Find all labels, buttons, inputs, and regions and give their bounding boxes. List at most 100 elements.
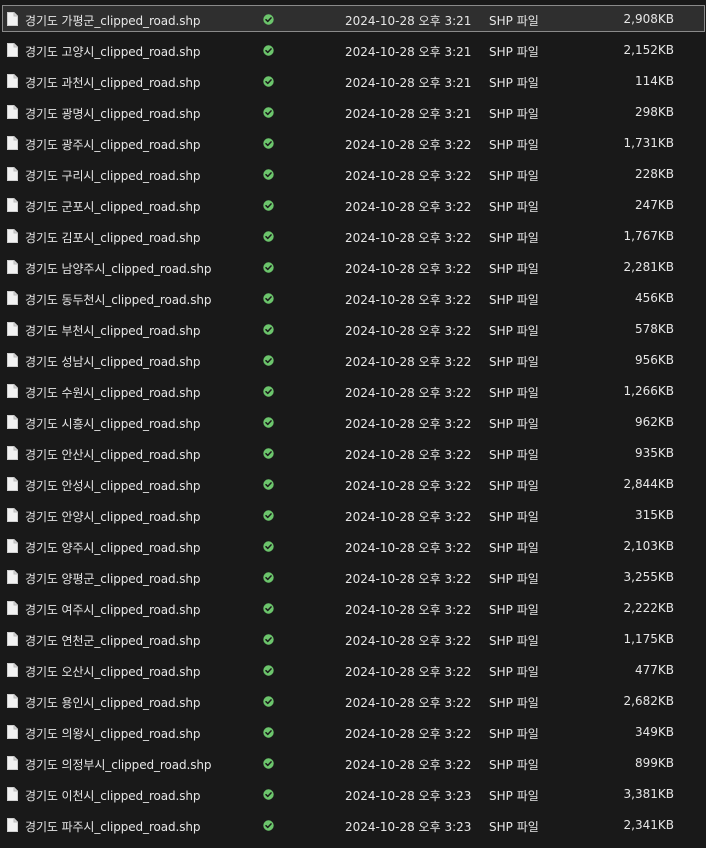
- sync-check-icon: [263, 696, 274, 707]
- file-row[interactable]: 경기도 연천군_clipped_road.shp 2024-10-28 오후 3…: [0, 625, 706, 656]
- file-type: SHP 파일: [489, 417, 539, 431]
- file-row[interactable]: 경기도 양평군_clipped_road.shp 2024-10-28 오후 3…: [0, 563, 706, 594]
- file-size: 349KB: [634, 725, 674, 739]
- file-row[interactable]: 경기도 가평군_clipped_road.shp 2024-10-28 오후 3…: [0, 5, 706, 36]
- file-row[interactable]: 경기도 오산시_clipped_road.shp 2024-10-28 오후 3…: [0, 656, 706, 687]
- file-date-modified: 2024-10-28 오후 3:21: [345, 76, 472, 90]
- file-size: 228KB: [634, 167, 674, 181]
- file-type: SHP 파일: [489, 324, 539, 338]
- file-name[interactable]: 경기도 남양주시_clipped_road.shp: [25, 260, 211, 277]
- file-name[interactable]: 경기도 양평군_clipped_road.shp: [25, 570, 201, 587]
- file-date-modified: 2024-10-28 오후 3:22: [345, 634, 472, 648]
- file-name[interactable]: 경기도 부천시_clipped_road.shp: [25, 322, 201, 339]
- sync-check-icon: [263, 355, 274, 366]
- file-name[interactable]: 경기도 파주시_clipped_road.shp: [25, 818, 201, 835]
- file-name[interactable]: 경기도 용인시_clipped_road.shp: [25, 694, 201, 711]
- file-name[interactable]: 경기도 의왕시_clipped_road.shp: [25, 725, 201, 742]
- file-row[interactable]: 경기도 용인시_clipped_road.shp 2024-10-28 오후 3…: [0, 687, 706, 718]
- file-row[interactable]: 경기도 수원시_clipped_road.shp 2024-10-28 오후 3…: [0, 377, 706, 408]
- file-date-modified: 2024-10-28 오후 3:23: [345, 789, 472, 803]
- file-name[interactable]: 경기도 가평군_clipped_road.shp: [25, 12, 201, 29]
- file-name[interactable]: 경기도 과천시_clipped_road.shp: [25, 74, 201, 91]
- file-row[interactable]: 경기도 시흥시_clipped_road.shp 2024-10-28 오후 3…: [0, 408, 706, 439]
- file-name[interactable]: 경기도 안양시_clipped_road.shp: [25, 508, 201, 525]
- file-row[interactable]: 경기도 김포시_clipped_road.shp 2024-10-28 오후 3…: [0, 222, 706, 253]
- file-row[interactable]: 경기도 남양주시_clipped_road.shp 2024-10-28 오후 …: [0, 253, 706, 284]
- file-type: SHP 파일: [489, 603, 539, 617]
- file-date-modified: 2024-10-28 오후 3:22: [345, 448, 472, 462]
- sync-check-icon: [263, 603, 274, 614]
- file-size: 578KB: [634, 322, 674, 336]
- file-name[interactable]: 경기도 고양시_clipped_road.shp: [25, 43, 201, 60]
- file-row[interactable]: 경기도 이천시_clipped_road.shp 2024-10-28 오후 3…: [0, 780, 706, 811]
- file-type: SHP 파일: [489, 727, 539, 741]
- file-icon: [7, 508, 18, 522]
- file-icon: [7, 539, 18, 553]
- file-row[interactable]: 경기도 의왕시_clipped_road.shp 2024-10-28 오후 3…: [0, 718, 706, 749]
- file-size: 899KB: [634, 756, 674, 770]
- file-date-modified: 2024-10-28 오후 3:22: [345, 200, 472, 214]
- file-name[interactable]: 경기도 구리시_clipped_road.shp: [25, 167, 201, 184]
- file-name[interactable]: 경기도 수원시_clipped_road.shp: [25, 384, 201, 401]
- file-row[interactable]: 경기도 고양시_clipped_road.shp 2024-10-28 오후 3…: [0, 36, 706, 67]
- file-name[interactable]: 경기도 안성시_clipped_road.shp: [25, 477, 201, 494]
- file-name[interactable]: 경기도 시흥시_clipped_road.shp: [25, 415, 201, 432]
- file-name[interactable]: 경기도 여주시_clipped_road.shp: [25, 601, 201, 618]
- file-size: 1,175KB: [623, 632, 674, 646]
- file-row[interactable]: 경기도 성남시_clipped_road.shp 2024-10-28 오후 3…: [0, 346, 706, 377]
- file-name[interactable]: 경기도 의정부시_clipped_road.shp: [25, 756, 211, 773]
- file-row[interactable]: 경기도 광주시_clipped_road.shp 2024-10-28 오후 3…: [0, 129, 706, 160]
- file-name[interactable]: 경기도 김포시_clipped_road.shp: [25, 229, 201, 246]
- file-date-modified: 2024-10-28 오후 3:22: [345, 665, 472, 679]
- file-size: 2,908KB: [623, 12, 674, 26]
- file-type: SHP 파일: [489, 169, 539, 183]
- file-row[interactable]: 경기도 여주시_clipped_road.shp 2024-10-28 오후 3…: [0, 594, 706, 625]
- file-name[interactable]: 경기도 동두천시_clipped_road.shp: [25, 291, 211, 308]
- file-row[interactable]: 경기도 부천시_clipped_road.shp 2024-10-28 오후 3…: [0, 315, 706, 346]
- file-name[interactable]: 경기도 이천시_clipped_road.shp: [25, 787, 201, 804]
- file-date-modified: 2024-10-28 오후 3:22: [345, 169, 472, 183]
- file-date-modified: 2024-10-28 오후 3:22: [345, 355, 472, 369]
- file-date-modified: 2024-10-28 오후 3:22: [345, 541, 472, 555]
- file-size: 2,341KB: [623, 818, 674, 832]
- file-row[interactable]: 경기도 안양시_clipped_road.shp 2024-10-28 오후 3…: [0, 501, 706, 532]
- sync-check-icon: [263, 231, 274, 242]
- file-row[interactable]: 경기도 양주시_clipped_road.shp 2024-10-28 오후 3…: [0, 532, 706, 563]
- file-icon: [7, 787, 18, 801]
- file-row[interactable]: 경기도 파주시_clipped_road.shp 2024-10-28 오후 3…: [0, 811, 706, 842]
- file-size: 956KB: [634, 353, 674, 367]
- file-size: 1,731KB: [623, 136, 674, 150]
- file-name[interactable]: 경기도 오산시_clipped_road.shp: [25, 663, 201, 680]
- file-name[interactable]: 경기도 광명시_clipped_road.shp: [25, 105, 201, 122]
- file-name[interactable]: 경기도 군포시_clipped_road.shp: [25, 198, 201, 215]
- file-name[interactable]: 경기도 연천군_clipped_road.shp: [25, 632, 201, 649]
- file-name[interactable]: 경기도 성남시_clipped_road.shp: [25, 353, 201, 370]
- file-size: 2,281KB: [623, 260, 674, 274]
- file-row[interactable]: 경기도 군포시_clipped_road.shp 2024-10-28 오후 3…: [0, 191, 706, 222]
- file-date-modified: 2024-10-28 오후 3:22: [345, 324, 472, 338]
- file-date-modified: 2024-10-28 오후 3:22: [345, 262, 472, 276]
- file-icon: [7, 43, 18, 57]
- file-row[interactable]: 경기도 광명시_clipped_road.shp 2024-10-28 오후 3…: [0, 98, 706, 129]
- file-row[interactable]: 경기도 의정부시_clipped_road.shp 2024-10-28 오후 …: [0, 749, 706, 780]
- sync-check-icon: [263, 665, 274, 676]
- file-name[interactable]: 경기도 광주시_clipped_road.shp: [25, 136, 201, 153]
- file-size: 2,682KB: [623, 694, 674, 708]
- file-row[interactable]: 경기도 안산시_clipped_road.shp 2024-10-28 오후 3…: [0, 439, 706, 470]
- file-name[interactable]: 경기도 양주시_clipped_road.shp: [25, 539, 201, 556]
- file-icon: [7, 601, 18, 615]
- file-row[interactable]: 경기도 구리시_clipped_road.shp 2024-10-28 오후 3…: [0, 160, 706, 191]
- file-type: SHP 파일: [489, 138, 539, 152]
- file-row[interactable]: 경기도 안성시_clipped_road.shp 2024-10-28 오후 3…: [0, 470, 706, 501]
- sync-check-icon: [263, 758, 274, 769]
- sync-check-icon: [263, 789, 274, 800]
- file-name[interactable]: 경기도 안산시_clipped_road.shp: [25, 446, 201, 463]
- file-icon: [7, 818, 18, 832]
- file-row[interactable]: 경기도 과천시_clipped_road.shp 2024-10-28 오후 3…: [0, 67, 706, 98]
- file-type: SHP 파일: [489, 696, 539, 710]
- file-date-modified: 2024-10-28 오후 3:22: [345, 696, 472, 710]
- file-type: SHP 파일: [489, 293, 539, 307]
- file-date-modified: 2024-10-28 오후 3:22: [345, 572, 472, 586]
- file-date-modified: 2024-10-28 오후 3:22: [345, 603, 472, 617]
- file-row[interactable]: 경기도 동두천시_clipped_road.shp 2024-10-28 오후 …: [0, 284, 706, 315]
